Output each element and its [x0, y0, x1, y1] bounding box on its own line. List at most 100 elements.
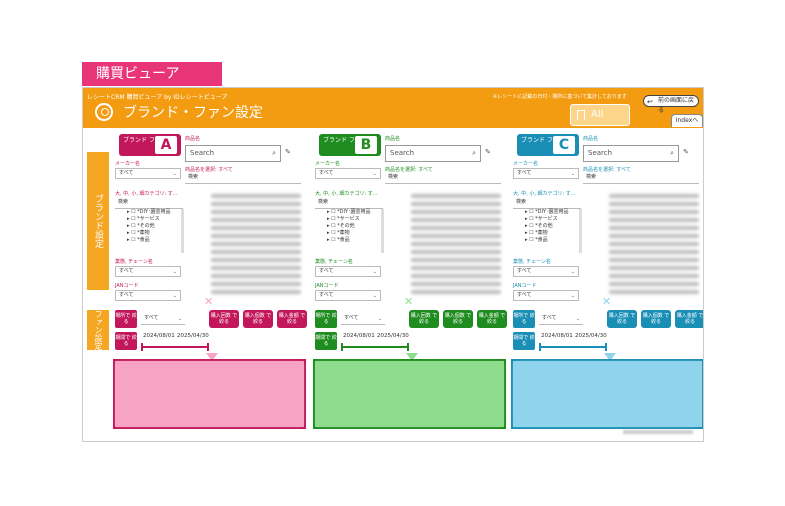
eraser-icon[interactable]: ✎: [683, 148, 689, 156]
chevron-down-icon: ⌄: [575, 316, 580, 322]
eraser-icon[interactable]: ✎: [285, 148, 291, 156]
period-slider[interactable]: [341, 343, 409, 351]
category-item[interactable]: ▸ ☐ *サービス: [525, 216, 580, 223]
viewer-frame: レシートCRM 購買ビューア by IDレシートビューア ※レシートに記載の日付…: [82, 87, 704, 442]
panel-letter: B: [355, 136, 377, 154]
buy-times-button[interactable]: 購入回数 で絞る: [409, 310, 439, 328]
maker-value: すべて: [517, 170, 532, 176]
category-search[interactable]: 検索: [115, 198, 183, 209]
product-label: 商品名: [185, 136, 201, 142]
search-placeholder: Search: [190, 149, 215, 157]
period-filter-button[interactable]: 期間で 絞る: [115, 332, 137, 350]
category-item[interactable]: ▸ ☐ *食品: [327, 237, 382, 244]
maker-select[interactable]: すべて ⌄: [513, 168, 579, 179]
product-search-field[interactable]: 検索: [185, 173, 301, 184]
chevron-down-icon: ⌄: [570, 293, 575, 299]
category-search-text: 検索: [118, 199, 129, 205]
buy-amount-button[interactable]: 購入金額 で絞る: [675, 310, 703, 328]
place-filter-button[interactable]: 場所で 絞る: [315, 310, 337, 328]
all-clear-button[interactable]: All Clear: [570, 104, 630, 140]
product-select-label: 商品名を選択: すべて: [385, 167, 433, 173]
category-item[interactable]: ▸ ☐ *その他: [127, 223, 182, 230]
category-item[interactable]: ▸ ☐ *サービス: [127, 216, 182, 223]
product-search-input[interactable]: Search ⌕: [583, 145, 679, 162]
maker-select[interactable]: すべて ⌄: [115, 168, 181, 179]
category-search[interactable]: 検索: [513, 198, 581, 209]
category-item[interactable]: ▸ ☐ *薬物: [525, 230, 580, 237]
chevron-down-icon: ⌄: [372, 269, 377, 275]
buy-amount-button[interactable]: 購入金額 で絞る: [477, 310, 507, 328]
jan-select[interactable]: すべて ⌄: [115, 290, 181, 301]
buy-count-button[interactable]: 購入個数 で絞る: [243, 310, 273, 328]
place-select[interactable]: すべて ⌄: [539, 314, 583, 325]
jan-select[interactable]: すべて ⌄: [315, 290, 381, 301]
period-slider[interactable]: [539, 343, 607, 351]
category-item[interactable]: ▸ ☐ *薬物: [127, 230, 182, 237]
period-slider[interactable]: [141, 343, 209, 351]
maker-label: メーカー名: [315, 161, 341, 167]
search-placeholder: Search: [390, 149, 415, 157]
place-filter-button[interactable]: 場所で 絞る: [513, 310, 535, 328]
chevron-down-icon: ⌄: [570, 269, 575, 275]
scrollbar[interactable]: [181, 209, 184, 253]
chevron-down-icon: ⌄: [372, 171, 377, 177]
category-item[interactable]: ▸ ☐ *その他: [525, 223, 580, 230]
close-icon[interactable]: ✕: [602, 295, 611, 308]
buy-amount-button[interactable]: 購入金額 で絞る: [277, 310, 307, 328]
buy-count-button[interactable]: 購入個数 で絞る: [641, 310, 671, 328]
category-item-label: *食品: [535, 237, 548, 243]
period-filter-button[interactable]: 期間で 絞る: [315, 332, 337, 350]
chain-select[interactable]: すべて ⌄: [315, 266, 381, 277]
panel-letter: A: [155, 136, 177, 154]
category-item-label: *食品: [137, 237, 150, 243]
index-tab[interactable]: Indexへ: [671, 114, 703, 127]
category-item[interactable]: ▸ ☐ *DIY･園芸用品: [525, 209, 580, 216]
app-name: レシートCRM 購買ビューア by IDレシートビューア: [87, 94, 228, 101]
product-search-field[interactable]: 検索: [583, 173, 699, 184]
product-label: 商品名: [583, 136, 599, 142]
scrollbar[interactable]: [381, 209, 384, 253]
jan-select[interactable]: すべて ⌄: [513, 290, 579, 301]
date-to: 2025/04/30: [177, 333, 209, 339]
place-select[interactable]: すべて ⌄: [341, 314, 385, 325]
category-tree: ▸ ☐ *DIY･園芸用品 ▸ ☐ *サービス ▸ ☐ *その他 ▸ ☐ *薬物 ▸ ☐…: [127, 209, 182, 253]
category-item[interactable]: ▸ ☐ *DIY･園芸用品: [327, 209, 382, 216]
buy-count-button[interactable]: 購入個数 で絞る: [443, 310, 473, 328]
chain-label: 業態, チェーン名: [513, 259, 551, 265]
chevron-down-icon: ⌄: [172, 171, 177, 177]
chain-select[interactable]: すべて ⌄: [115, 266, 181, 277]
category-item[interactable]: ▸ ☐ *サービス: [327, 216, 382, 223]
category-item[interactable]: ▸ ☐ *食品: [525, 237, 580, 244]
product-search-field[interactable]: 検索: [385, 173, 501, 184]
search-icon: ⌕: [670, 149, 674, 157]
buy-times-button[interactable]: 購入回数 で絞る: [209, 310, 239, 328]
product-select-label: 商品名を選択: すべて: [185, 167, 233, 173]
category-item-label: *サービス: [535, 216, 558, 222]
category-item[interactable]: ▸ ☐ *食品: [127, 237, 182, 244]
place-filter-button[interactable]: 場所で 絞る: [115, 310, 137, 328]
date-from: 2024/08/01: [343, 333, 375, 339]
buy-times-button[interactable]: 購入回数 で絞る: [607, 310, 637, 328]
back-button[interactable]: ↩ 前の画面に戻る: [643, 95, 699, 114]
chain-select[interactable]: すべて ⌄: [513, 266, 579, 277]
category-item[interactable]: ▸ ☐ *DIY･園芸用品: [127, 209, 182, 216]
product-search-input[interactable]: Search ⌕: [185, 145, 281, 162]
bookmark-icon: [577, 110, 585, 120]
close-icon[interactable]: ✕: [404, 295, 413, 308]
chevron-down-icon: ⌄: [372, 293, 377, 299]
chevron-down-icon: ⌄: [570, 171, 575, 177]
close-icon[interactable]: ✕: [204, 295, 213, 308]
header-bar: レシートCRM 購買ビューア by IDレシートビューア ※レシートに記載の日付…: [83, 88, 703, 140]
scrollbar[interactable]: [579, 209, 582, 253]
category-search[interactable]: 検索: [315, 198, 383, 209]
period-filter-button[interactable]: 期間で 絞る: [513, 332, 535, 350]
product-search-input[interactable]: Search ⌕: [385, 145, 481, 162]
category-item[interactable]: ▸ ☐ *薬物: [327, 230, 382, 237]
place-select[interactable]: すべて ⌄: [141, 314, 185, 325]
eraser-icon[interactable]: ✎: [485, 148, 491, 156]
panel-letter: C: [553, 136, 575, 154]
chevron-down-icon: ⌄: [177, 316, 182, 322]
category-item[interactable]: ▸ ☐ *その他: [327, 223, 382, 230]
category-item-label: *DIY･園芸用品: [137, 209, 171, 215]
maker-select[interactable]: すべて ⌄: [315, 168, 381, 179]
